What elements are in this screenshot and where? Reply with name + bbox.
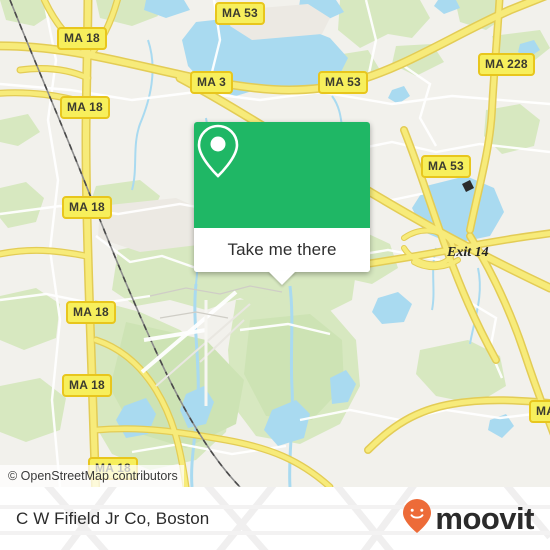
footer-bar: C W Fifield Jr Co, Boston moovit (0, 487, 550, 550)
moovit-wordmark: moovit (435, 501, 534, 536)
road-shield-ma18-topleft: MA 18 (57, 27, 107, 50)
callout-pointer (268, 271, 296, 285)
take-me-there-button[interactable]: Take me there (194, 228, 370, 272)
road-shield-ma3: MA 3 (190, 71, 234, 94)
road-shield-ma18-lower: MA 18 (62, 374, 112, 397)
moovit-pin-smiley-icon (402, 498, 432, 539)
callout-header (194, 122, 370, 228)
map-label-exit-14: Exit 14 (447, 245, 489, 260)
location-callout-card[interactable]: Take me there (194, 122, 370, 285)
take-me-there-label: Take me there (227, 240, 337, 259)
map-attribution[interactable]: © OpenStreetMap contributors (0, 465, 184, 487)
page-title: C W Fifield Jr Co, Boston (16, 508, 210, 528)
road-shield-ma228: MA 228 (478, 53, 535, 76)
road-shield-ma-edge: MA (529, 400, 550, 423)
road-shield-ma53-right: MA 53 (421, 155, 471, 178)
moovit-logo[interactable]: moovit (402, 498, 534, 539)
road-shield-ma53-top: MA 53 (215, 2, 265, 25)
road-shield-ma53-upper: MA 53 (318, 71, 368, 94)
moovit-map-screen: MA 53 MA 18 MA 228 MA 3 MA 53 MA 18 MA 5… (0, 0, 550, 550)
map-canvas[interactable]: MA 53 MA 18 MA 228 MA 3 MA 53 MA 18 MA 5… (0, 0, 550, 487)
road-shield-ma18-mid: MA 18 (62, 196, 112, 219)
attribution-text: © OpenStreetMap contributors (8, 469, 178, 483)
road-shield-ma18-lowermid: MA 18 (66, 301, 116, 324)
road-shield-ma18-upper: MA 18 (60, 96, 110, 119)
